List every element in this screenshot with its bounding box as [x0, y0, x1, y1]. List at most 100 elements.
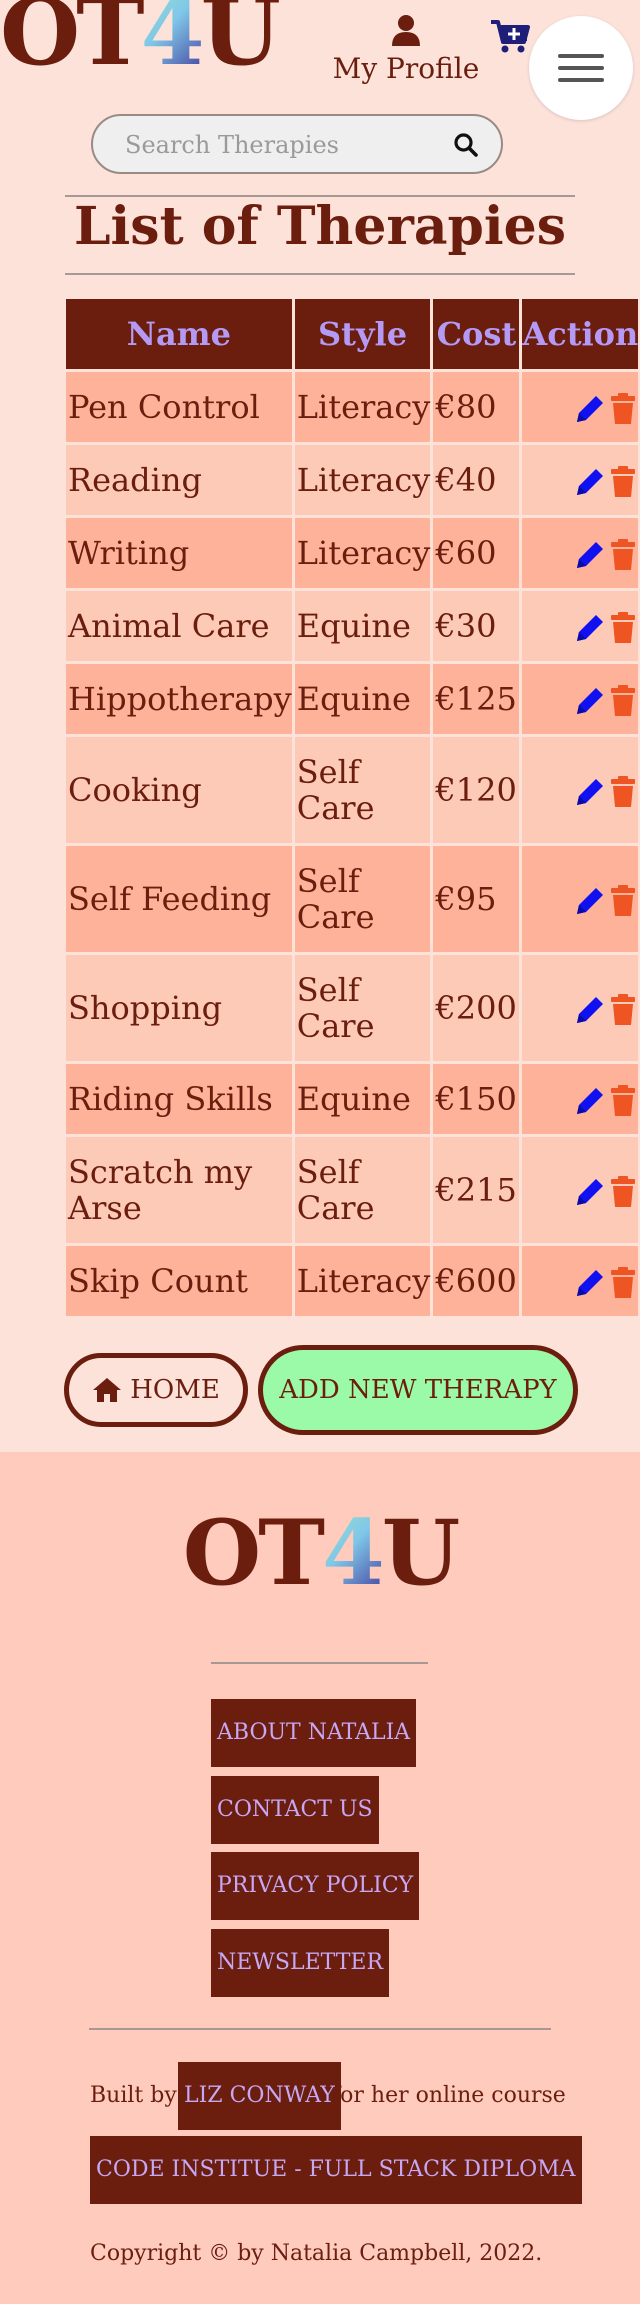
menu-toggle-button[interactable]	[529, 16, 633, 120]
therapy-cost: €150	[433, 1064, 520, 1134]
pencil-icon[interactable]	[574, 1176, 606, 1208]
therapy-style: Self Care	[294, 737, 431, 843]
therapies-table: Name Style Cost Action Pen Control Liter…	[63, 296, 640, 1319]
copyright-text: Copyright © by Natalia Campbell, 2022.	[90, 2241, 543, 2266]
logo-text-u: U	[200, 0, 281, 86]
therapy-style: Equine	[294, 664, 431, 734]
cart-button[interactable]	[490, 18, 530, 58]
therapy-name: Writing	[66, 518, 292, 588]
therapy-name: Hippotherapy	[66, 664, 292, 734]
therapy-name: Skip Count	[66, 1246, 292, 1316]
therapy-actions	[522, 955, 639, 1061]
therapy-actions	[522, 664, 639, 734]
pencil-icon[interactable]	[574, 1267, 606, 1299]
footer-logo[interactable]: OT4U	[0, 1508, 640, 1598]
therapy-cost: €40	[433, 445, 520, 515]
therapy-style: Self Care	[294, 955, 431, 1061]
site-logo[interactable]: OT4U	[0, 0, 281, 78]
therapy-actions	[522, 1064, 639, 1134]
pencil-icon[interactable]	[574, 885, 606, 917]
trash-icon[interactable]	[610, 1267, 636, 1299]
pencil-icon[interactable]	[574, 994, 606, 1026]
therapy-cost: €120	[433, 737, 520, 843]
footer-logo-text-ot: OT	[182, 1500, 325, 1606]
pencil-icon[interactable]	[574, 1085, 606, 1117]
therapy-style: Equine	[294, 591, 431, 661]
search-input[interactable]	[123, 116, 447, 174]
table-row: Pen Control Literacy €80	[66, 372, 639, 442]
therapy-actions	[522, 445, 639, 515]
pencil-icon[interactable]	[574, 685, 606, 717]
therapy-cost: €600	[433, 1246, 520, 1316]
add-new-therapy-button[interactable]: ADD NEW THERAPY	[258, 1345, 578, 1435]
code-institute-link[interactable]: CODE INSTITUE - FULL STACK DIPLOMA	[90, 2136, 582, 2204]
trash-icon[interactable]	[610, 466, 636, 498]
therapy-style: Literacy	[294, 1246, 431, 1316]
hamburger-icon-bar	[558, 66, 604, 70]
trash-icon[interactable]	[610, 685, 636, 717]
title-divider-bottom	[65, 273, 575, 275]
column-header-action: Action	[522, 299, 639, 369]
footer-link-about[interactable]: ABOUT NATALIA	[211, 1699, 417, 1767]
pencil-icon[interactable]	[574, 466, 606, 498]
table-row: Cooking Self Care €120	[66, 737, 639, 843]
therapy-actions	[522, 846, 639, 952]
therapy-name: Reading	[66, 445, 292, 515]
therapy-actions	[522, 1137, 639, 1243]
therapy-cost: €125	[433, 664, 520, 734]
trash-icon[interactable]	[610, 612, 636, 644]
therapy-style: Self Care	[294, 846, 431, 952]
pencil-icon[interactable]	[574, 539, 606, 571]
therapy-cost: €30	[433, 591, 520, 661]
therapy-style: Equine	[294, 1064, 431, 1134]
trash-icon[interactable]	[610, 885, 636, 917]
pencil-icon[interactable]	[574, 612, 606, 644]
built-by-prefix: Built by	[90, 2083, 177, 2108]
pencil-icon[interactable]	[574, 393, 606, 425]
therapy-name: Cooking	[66, 737, 292, 843]
therapy-cost: €80	[433, 372, 520, 442]
trash-icon[interactable]	[610, 776, 636, 808]
home-button[interactable]: HOME	[64, 1353, 248, 1427]
trash-icon[interactable]	[610, 1176, 636, 1208]
footer-link-contact[interactable]: CONTACT US	[211, 1776, 379, 1844]
therapy-name: Self Feeding	[66, 846, 292, 952]
table-row: Hippotherapy Equine €125	[66, 664, 639, 734]
therapy-actions	[522, 1246, 639, 1316]
trash-icon[interactable]	[610, 393, 636, 425]
therapy-name: Animal Care	[66, 591, 292, 661]
therapy-style: Literacy	[294, 518, 431, 588]
therapy-actions	[522, 591, 639, 661]
column-header-cost: Cost	[433, 299, 520, 369]
trash-icon[interactable]	[610, 539, 636, 571]
therapy-name: Pen Control	[66, 372, 292, 442]
course-suffix: .	[536, 2157, 543, 2182]
trash-icon[interactable]	[610, 994, 636, 1026]
hamburger-icon-bar	[558, 54, 604, 58]
trash-icon[interactable]	[610, 1085, 636, 1117]
footer-logo-text-u: U	[381, 1500, 460, 1606]
my-profile-link[interactable]: My Profile	[332, 14, 480, 85]
cart-plus-icon	[491, 20, 530, 53]
footer-logo-text-4: 4	[322, 1500, 385, 1606]
liz-conway-link[interactable]: LIZ CONWAY	[178, 2062, 341, 2130]
user-icon	[392, 15, 420, 46]
therapy-cost: €200	[433, 955, 520, 1061]
logo-text-4: 4	[141, 0, 205, 86]
footer-link-newsletter[interactable]: NEWSLETTER	[211, 1929, 390, 1997]
table-row: Animal Care Equine €30	[66, 591, 639, 661]
table-row: Reading Literacy €40	[66, 445, 639, 515]
therapy-cost: €60	[433, 518, 520, 588]
footer-link-privacy[interactable]: PRIVACY POLICY	[211, 1852, 420, 1920]
column-header-style: Style	[294, 299, 431, 369]
therapy-name: Riding Skills	[66, 1064, 292, 1134]
built-by-suffix: for her online course	[332, 2083, 566, 2108]
pencil-icon[interactable]	[574, 776, 606, 808]
table-row: Self Feeding Self Care €95	[66, 846, 639, 952]
search-icon[interactable]	[453, 132, 479, 158]
search-bar	[91, 114, 503, 174]
therapy-name: Shopping	[66, 955, 292, 1061]
therapy-name: Scratch my Arse	[66, 1137, 292, 1243]
table-row: Scratch my Arse Self Care €215	[66, 1137, 639, 1243]
therapy-cost: €215	[433, 1137, 520, 1243]
